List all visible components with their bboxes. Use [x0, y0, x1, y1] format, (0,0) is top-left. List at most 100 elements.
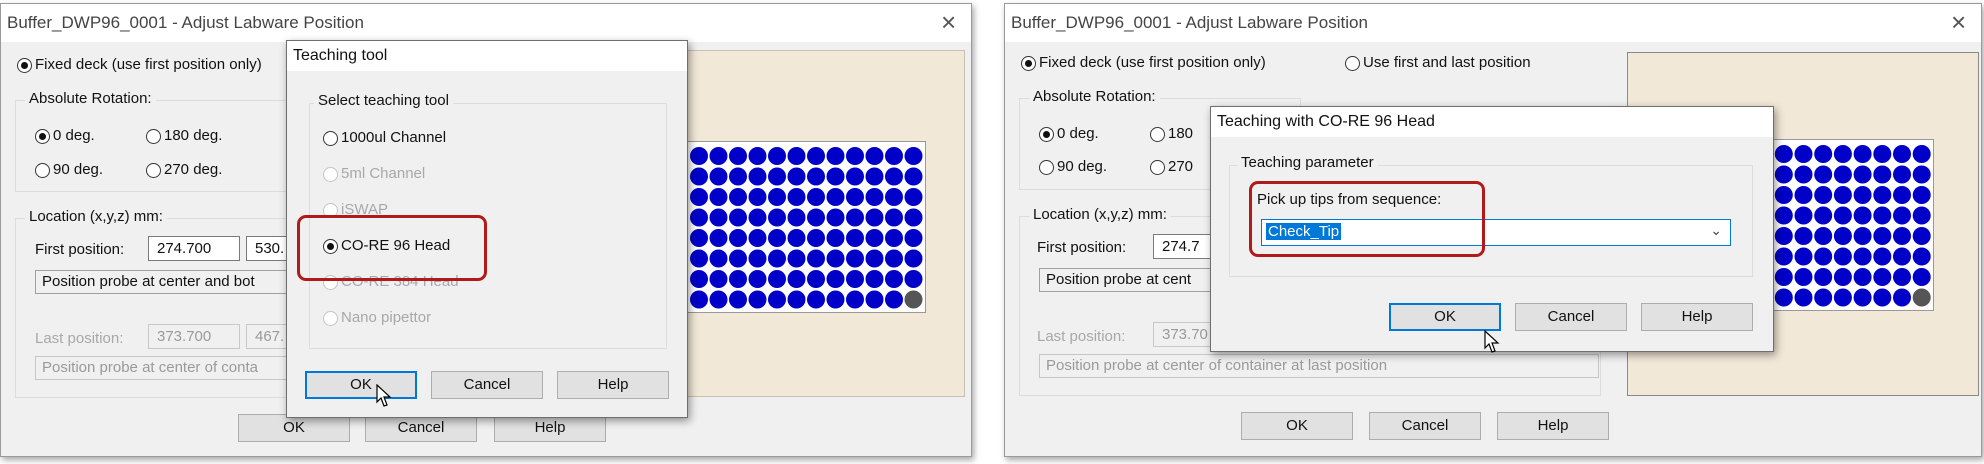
left-plate — [684, 141, 926, 313]
tool-option-5ml[interactable]: 5ml Channel — [323, 165, 425, 182]
well — [1774, 247, 1793, 266]
well — [1853, 247, 1872, 266]
right-rot-180-radio[interactable]: 180 — [1150, 125, 1193, 142]
well-empty — [904, 290, 923, 309]
well — [1853, 206, 1872, 225]
right-window-title: Buffer_DWP96_0001 - Adjust Labware Posit… — [1011, 13, 1368, 32]
well — [1893, 165, 1911, 184]
well — [748, 208, 767, 227]
left-location-label: Location (x,y,z) mm: — [25, 208, 167, 225]
well — [885, 208, 903, 227]
right-last-probe-select[interactable]: Position probe at center of container at… — [1039, 354, 1599, 378]
core96-highlight — [297, 215, 487, 281]
teaching-tool-group-label: Select teaching tool — [314, 92, 453, 109]
well — [1873, 165, 1892, 184]
well — [1912, 186, 1931, 204]
well — [748, 270, 767, 288]
well — [885, 147, 903, 165]
right-cancel-button[interactable]: Cancel — [1369, 412, 1481, 440]
well — [1833, 247, 1852, 266]
well — [1833, 165, 1852, 184]
well — [885, 167, 903, 186]
well — [826, 208, 845, 227]
teaching-tool-help-button[interactable]: Help — [557, 371, 669, 399]
well — [748, 167, 767, 186]
well — [885, 290, 903, 309]
right-rot-0-radio[interactable]: 0 deg. — [1039, 125, 1099, 142]
well-empty — [1912, 288, 1931, 307]
well — [1893, 186, 1911, 204]
left-first-probe-select[interactable]: Position probe at center and bot — [35, 270, 305, 294]
close-icon[interactable]: × — [1951, 8, 1966, 36]
right-rot-270-radio[interactable]: 270 — [1150, 158, 1193, 175]
left-rot-270-radio[interactable]: 270 deg. — [146, 161, 222, 178]
left-rot-90-radio[interactable]: 90 deg. — [35, 161, 103, 178]
well — [1774, 288, 1793, 307]
well — [768, 188, 786, 206]
teaching-core96-ok-button[interactable]: OK — [1389, 303, 1501, 331]
well — [1833, 186, 1852, 204]
well — [1794, 186, 1813, 204]
well — [1814, 247, 1833, 266]
well — [826, 229, 845, 247]
well — [748, 290, 767, 309]
left-first-x-field[interactable]: 274.700 — [148, 236, 240, 261]
well — [904, 270, 923, 288]
well — [1794, 165, 1813, 184]
well — [768, 229, 786, 247]
well — [729, 290, 747, 309]
well — [807, 229, 825, 247]
left-rot-180-radio[interactable]: 180 deg. — [146, 127, 222, 144]
left-fixed-deck-radio[interactable]: Fixed deck (use first position only) — [17, 56, 262, 73]
well — [768, 147, 786, 165]
well — [690, 147, 708, 165]
left-cancel-button[interactable]: Cancel — [365, 414, 477, 442]
right-help-button[interactable]: Help — [1497, 412, 1609, 440]
well — [729, 270, 747, 288]
teaching-core96-dialog: Teaching with CO-RE 96 Head Teaching par… — [1210, 106, 1774, 352]
well — [1774, 268, 1793, 286]
well — [826, 167, 845, 186]
well — [709, 249, 728, 268]
well — [1873, 206, 1892, 225]
well — [787, 167, 806, 186]
right-rot-90-radio[interactable]: 90 deg. — [1039, 158, 1107, 175]
well — [865, 147, 884, 165]
teaching-tool-cancel-button[interactable]: Cancel — [431, 371, 543, 399]
left-help-button[interactable]: Help — [494, 414, 606, 442]
left-rot-0-radio[interactable]: 0 deg. — [35, 127, 95, 144]
left-last-probe-select[interactable]: Position probe at center of conta — [35, 356, 305, 380]
chevron-down-icon[interactable]: ⌄ — [1710, 222, 1722, 239]
well — [1814, 186, 1833, 204]
well — [1912, 165, 1931, 184]
teaching-core96-help-button[interactable]: Help — [1641, 303, 1753, 331]
teaching-parameter-label: Teaching parameter — [1237, 154, 1378, 171]
well — [826, 249, 845, 268]
mouse-cursor-icon — [376, 384, 392, 407]
well — [826, 270, 845, 288]
well — [709, 147, 728, 165]
well — [690, 270, 708, 288]
left-rotation-group — [15, 100, 297, 192]
well — [1912, 145, 1931, 163]
well — [807, 270, 825, 288]
right-fixed-deck-radio[interactable]: Fixed deck (use first position only) — [1021, 54, 1266, 71]
right-ok-button[interactable]: OK — [1241, 412, 1353, 440]
tool-option-nano[interactable]: Nano pipettor — [323, 309, 431, 326]
left-last-x-field[interactable]: 373.700 — [148, 324, 240, 349]
left-title-bar: Buffer_DWP96_0001 - Adjust Labware Posit… — [1, 4, 971, 42]
right-first-last-radio[interactable]: Use first and last position — [1345, 54, 1531, 71]
tool-option-1000ul[interactable]: 1000ul Channel — [323, 129, 446, 146]
teaching-core96-cancel-button[interactable]: Cancel — [1515, 303, 1627, 331]
close-icon[interactable]: × — [941, 8, 956, 36]
well — [729, 167, 747, 186]
mouse-cursor-icon — [1484, 330, 1500, 353]
well — [1893, 268, 1911, 286]
teaching-tool-ok-button[interactable]: OK — [305, 371, 417, 399]
well — [1814, 206, 1833, 225]
well — [1912, 227, 1931, 245]
well — [865, 290, 884, 309]
left-ok-button[interactable]: OK — [238, 414, 350, 442]
well — [709, 290, 728, 309]
right-first-position-label: First position: — [1037, 239, 1127, 256]
